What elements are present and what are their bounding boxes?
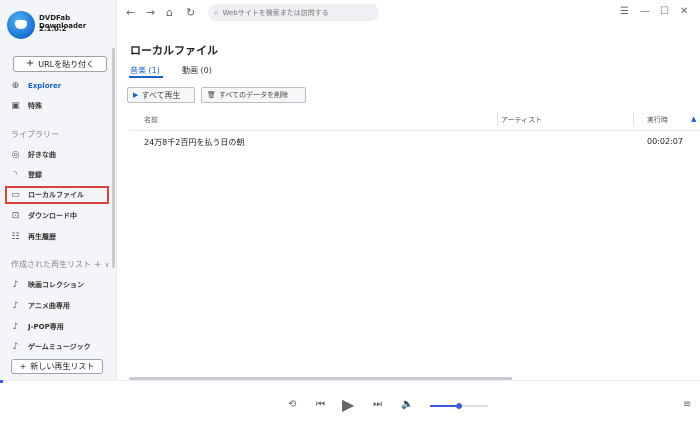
column-separator bbox=[633, 112, 634, 126]
sidebar-item-playlist-movies[interactable]: ♪ 映画コレクション bbox=[0, 276, 117, 294]
sidebar-item-label: 再生履歴 bbox=[28, 233, 56, 241]
play-all-button[interactable]: ▶ すべて再生 bbox=[127, 87, 195, 103]
new-playlist-label: 新しい再生リスト bbox=[30, 362, 95, 371]
forward-icon[interactable]: → bbox=[146, 6, 155, 19]
active-tab-indicator bbox=[129, 76, 163, 78]
history-icon: ☷ bbox=[11, 231, 20, 242]
sidebar: DVDFab Downloader 2.1.0.2 + URLを貼り付く ⊕ E… bbox=[0, 0, 117, 380]
folder-icon: ▭ bbox=[11, 189, 20, 200]
delete-all-button[interactable]: 🗑 すべてのデータを削除 bbox=[201, 87, 306, 103]
repeat-icon[interactable]: ⟲ bbox=[288, 399, 296, 410]
sidebar-item-playlist-game[interactable]: ♪ ゲームミュージック bbox=[0, 338, 117, 356]
page-title: ローカルファイル bbox=[130, 44, 218, 57]
sidebar-item-playlist-jpop[interactable]: ♪ J-POP専用 bbox=[0, 318, 117, 336]
menu-icon[interactable]: ☰ bbox=[620, 6, 629, 17]
main-content: ローカルファイル 音楽 (1) 動画 (0) ▶ すべて再生 🗑 すべてのデータ… bbox=[118, 30, 700, 381]
play-icon: ▶ bbox=[133, 91, 139, 99]
sidebar-item-label: ダウンロード中 bbox=[28, 212, 77, 220]
plus-icon: + bbox=[19, 362, 27, 371]
header-divider bbox=[130, 130, 700, 131]
music-note-icon: ♪ bbox=[12, 321, 19, 332]
refresh-icon[interactable]: ↻ bbox=[186, 6, 195, 19]
sort-ascending-icon[interactable]: ▲ bbox=[691, 115, 696, 123]
previous-track-icon[interactable]: ⏮ bbox=[316, 399, 325, 410]
search-box[interactable]: ⌕ bbox=[208, 4, 379, 21]
tab-music[interactable]: 音楽 (1) bbox=[130, 65, 160, 76]
sidebar-item-special[interactable]: ▣ 特殊 bbox=[0, 97, 117, 115]
heart-music-icon: ◎ bbox=[11, 149, 20, 160]
column-header-name[interactable]: 名前 bbox=[144, 115, 158, 125]
playlist-queue-icon[interactable]: ≡ bbox=[683, 399, 691, 410]
trash-icon: 🗑 bbox=[207, 91, 216, 99]
add-playlist-icon[interactable]: + bbox=[94, 260, 102, 270]
paste-url-label: URLを貼り付く bbox=[38, 59, 95, 69]
paste-url-button[interactable]: + URLを貼り付く bbox=[13, 56, 107, 72]
volume-fill bbox=[430, 405, 459, 407]
sidebar-item-downloading[interactable]: ⊡ ダウンロード中 bbox=[0, 207, 117, 225]
track-duration: 00:02:07 bbox=[647, 137, 683, 146]
topbar: ← → ⌂ ↻ ⌕ ☰ — ☐ ✕ bbox=[118, 0, 700, 30]
sidebar-item-explorer[interactable]: ⊕ Explorer bbox=[0, 77, 117, 95]
search-icon: ⌕ bbox=[214, 7, 219, 17]
playlists-heading-label: 作成された再生リスト bbox=[11, 260, 91, 269]
sidebar-item-playlist-anime[interactable]: ♪ アニメ曲専用 bbox=[0, 297, 117, 315]
track-name: 24万8千2百円を払う日の朝 bbox=[144, 138, 245, 147]
player-bar: ⟲ ⏮ ▶ ⏭ 🔈 ≡ bbox=[0, 380, 700, 426]
minimize-icon[interactable]: — bbox=[640, 6, 650, 17]
globe-icon: ⊕ bbox=[11, 80, 20, 91]
tab-video[interactable]: 動画 (0) bbox=[182, 65, 212, 76]
volume-icon[interactable]: 🔈 bbox=[401, 399, 413, 410]
column-header-artist[interactable]: アーティスト bbox=[501, 115, 542, 125]
maximize-icon[interactable]: ☐ bbox=[660, 6, 669, 17]
app-logo-icon bbox=[7, 11, 35, 39]
playback-progress[interactable] bbox=[0, 380, 3, 383]
new-playlist-button[interactable]: + 新しい再生リスト bbox=[11, 359, 103, 374]
library-heading: ライブラリー bbox=[11, 130, 59, 139]
volume-handle[interactable] bbox=[456, 403, 462, 409]
sidebar-item-label: 登録 bbox=[28, 171, 42, 179]
music-note-icon: ♪ bbox=[12, 279, 19, 290]
plus-icon: + bbox=[25, 58, 35, 69]
sidebar-scrollbar[interactable] bbox=[112, 48, 115, 268]
sidebar-item-label: 好きな曲 bbox=[28, 151, 56, 159]
delete-all-label: すべてのデータを削除 bbox=[218, 91, 289, 99]
play-icon[interactable]: ▶ bbox=[342, 395, 354, 414]
back-icon[interactable]: ← bbox=[126, 6, 135, 19]
search-input[interactable] bbox=[222, 8, 373, 17]
sidebar-item-local-files[interactable]: ▭ ローカルファイル bbox=[5, 186, 109, 204]
close-icon[interactable]: ✕ bbox=[680, 6, 688, 17]
sidebar-item-subscriptions[interactable]: ◝ 登録 bbox=[0, 166, 117, 184]
sidebar-item-history[interactable]: ☷ 再生履歴 bbox=[0, 228, 117, 246]
download-icon: ⊡ bbox=[11, 210, 20, 221]
playlists-heading: 作成された再生リスト + ∨ bbox=[11, 259, 110, 270]
column-header-duration[interactable]: 実行時 bbox=[647, 115, 668, 125]
volume-slider[interactable] bbox=[430, 403, 488, 409]
play-all-label: すべて再生 bbox=[141, 90, 181, 100]
next-track-icon[interactable]: ⏭ bbox=[373, 399, 382, 410]
sidebar-item-label: ゲームミュージック bbox=[28, 343, 91, 351]
music-note-icon: ♪ bbox=[12, 341, 19, 352]
sidebar-item-label: J-POP専用 bbox=[28, 323, 64, 331]
home-icon[interactable]: ⌂ bbox=[166, 6, 173, 19]
sidebar-item-favorites[interactable]: ◎ 好きな曲 bbox=[0, 146, 117, 164]
column-separator bbox=[497, 112, 498, 126]
table-row[interactable]: 24万8千2百円を払う日の朝 00:02:07 bbox=[130, 134, 700, 152]
music-note-icon: ♪ bbox=[12, 300, 19, 311]
app-version: 2.1.0.2 bbox=[39, 25, 67, 33]
sidebar-item-label: 特殊 bbox=[28, 102, 42, 110]
sidebar-item-label: Explorer bbox=[28, 82, 62, 90]
rss-icon: ◝ bbox=[13, 169, 18, 180]
sidebar-item-label: アニメ曲専用 bbox=[28, 302, 70, 310]
sidebar-item-label: 映画コレクション bbox=[28, 281, 84, 289]
special-icon: ▣ bbox=[11, 100, 20, 111]
chevron-down-icon[interactable]: ∨ bbox=[105, 261, 110, 269]
sidebar-item-label: ローカルファイル bbox=[28, 191, 84, 199]
